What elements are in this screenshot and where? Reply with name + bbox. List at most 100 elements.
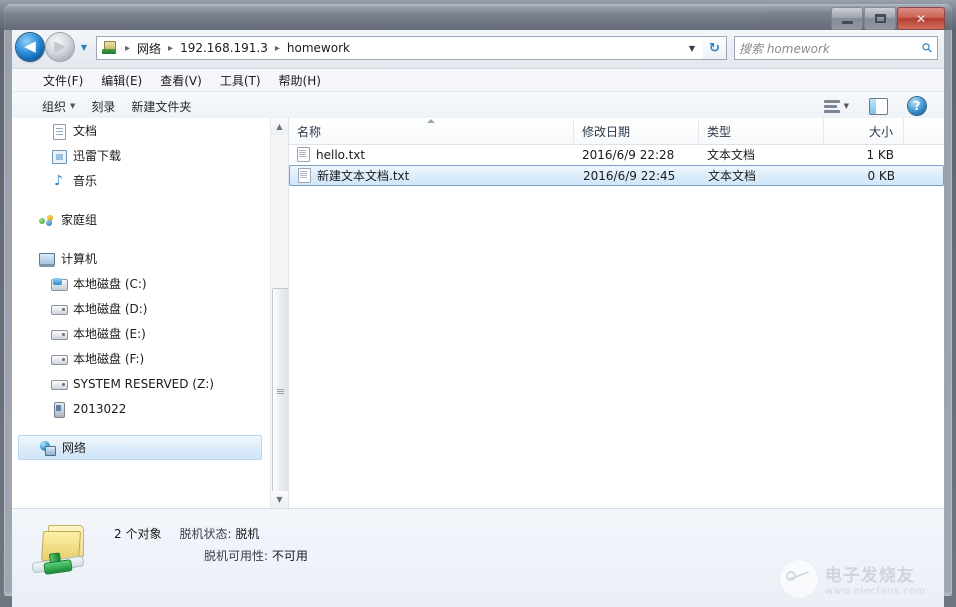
scrollbar-thumb[interactable] — [272, 288, 288, 495]
sidebar-item-drive-z[interactable]: SYSTEM RESERVED (Z:) — [12, 371, 270, 396]
menu-view[interactable]: 查看(V) — [151, 70, 211, 91]
file-name-cell: hello.txt — [289, 147, 574, 162]
file-name-cell: 新建文本文档.txt — [290, 167, 575, 184]
forward-button[interactable]: ▶ — [46, 33, 74, 61]
offline-availability-value: 不可用 — [271, 549, 308, 563]
breadcrumb-bar[interactable]: ▸ 网络 ▸ 192.168.191.3 ▸ homework — [96, 36, 681, 60]
shared-folder-icon — [28, 519, 100, 585]
navigation-tree: 文档 迅雷下载 ♪ 音乐 家庭组 计算机 本地磁盘 (C:) 本地磁盘 (D:)… — [12, 118, 270, 460]
menu-edit[interactable]: 编辑(E) — [92, 70, 151, 91]
maximize-button[interactable] — [864, 7, 896, 30]
scroll-up-button[interactable]: ▲ — [271, 118, 288, 135]
column-header-row: 名称 修改日期 类型 大小 — [289, 118, 944, 145]
sidebar-item-music[interactable]: ♪ 音乐 — [12, 168, 270, 193]
window-frame-left — [4, 30, 12, 596]
minimize-icon — [841, 20, 853, 24]
table-row[interactable]: 新建文本文档.txt 2016/6/9 22:45 文本文档 0 KB — [289, 165, 944, 186]
column-header-size[interactable]: 大小 — [824, 118, 904, 144]
drive-icon — [50, 376, 68, 392]
sidebar-item-label: SYSTEM RESERVED (Z:) — [73, 376, 214, 391]
sidebar-item-network[interactable]: 网络 — [18, 435, 262, 460]
scroll-down-button[interactable]: ▼ — [271, 491, 288, 508]
breadcrumb-separator: ▸ — [274, 42, 280, 54]
table-row[interactable]: hello.txt 2016/6/9 22:28 文本文档 1 KB — [289, 144, 944, 165]
sidebar-item-drive-e[interactable]: 本地磁盘 (E:) — [12, 321, 270, 346]
column-header-filler — [904, 118, 944, 144]
address-bar-row: ◀ ▶ ▼ ▸ 网络 ▸ 192.168.191.3 ▸ homework ▼ … — [12, 30, 944, 69]
file-type-cell: 文本文档 — [707, 148, 756, 162]
nav-group-gap — [12, 193, 270, 207]
forward-arrow-icon: ▶ — [54, 36, 66, 55]
sidebar-item-portable-device[interactable]: 2013022 — [12, 396, 270, 421]
minimize-button[interactable] — [831, 7, 863, 30]
chevron-down-icon: ▼ — [70, 102, 76, 110]
file-list-pane: 名称 修改日期 类型 大小 hello.txt 2016/6/9 22:28 文… — [289, 118, 944, 508]
sidebar-item-label: 家庭组 — [61, 213, 98, 227]
system-drive-icon — [50, 276, 68, 292]
homegroup-icon — [38, 212, 55, 228]
watermark-cn: 电子发烧友 — [824, 566, 915, 586]
organize-label: 组织 — [42, 99, 67, 114]
breadcrumb-dropdown-button[interactable]: ▼ — [681, 36, 703, 60]
sidebar-item-label: 2013022 — [73, 401, 127, 416]
item-count-label: 2 个对象 — [114, 527, 162, 541]
network-icon — [39, 440, 56, 456]
client-area: ◀ ▶ ▼ ▸ 网络 ▸ 192.168.191.3 ▸ homework ▼ … — [12, 30, 944, 607]
nav-group-gap — [12, 232, 270, 246]
refresh-button[interactable]: ↻ — [703, 36, 727, 60]
close-button[interactable]: ✕ — [897, 7, 945, 30]
command-bar: 组织 ▼ 刻录 新建文件夹 ▼ ? — [12, 92, 944, 121]
watermark: 电子发烧友 www.elecfans.com — [778, 559, 926, 599]
menu-tools[interactable]: 工具(T) — [211, 70, 270, 91]
search-box[interactable]: 搜索 homework ⚲ — [734, 36, 938, 60]
new-folder-button[interactable]: 新建文件夹 — [123, 95, 199, 118]
back-arrow-icon: ◀ — [24, 36, 36, 55]
help-button[interactable]: ? — [900, 94, 934, 118]
file-name-label: 新建文本文档.txt — [317, 169, 410, 183]
change-view-button[interactable]: ▼ — [816, 97, 857, 116]
sidebar-item-label: 本地磁盘 (C:) — [73, 277, 147, 291]
navigation-pane-scrollbar[interactable]: ▲ ▼ — [270, 118, 288, 508]
sidebar-item-homegroup[interactable]: 家庭组 — [12, 207, 270, 232]
column-header-date[interactable]: 修改日期 — [574, 118, 699, 144]
sidebar-item-drive-c[interactable]: 本地磁盘 (C:) — [12, 271, 270, 296]
history-dropdown-button[interactable]: ▼ — [78, 40, 90, 54]
title-bar[interactable]: ✕ — [4, 4, 952, 30]
sidebar-item-drive-f[interactable]: 本地磁盘 (F:) — [12, 346, 270, 371]
refresh-icon: ↻ — [709, 40, 720, 56]
sidebar-item-drive-d[interactable]: 本地磁盘 (D:) — [12, 296, 270, 321]
breadcrumb-separator: ▸ — [125, 42, 131, 54]
details-text: 2 个对象 脱机状态: 脱机 脱机可用性: 不可用 — [114, 519, 308, 564]
file-date-cell: 2016/6/9 22:45 — [583, 168, 676, 183]
preview-pane-button[interactable] — [861, 95, 896, 118]
menu-help[interactable]: 帮助(H) — [270, 70, 330, 91]
search-input[interactable]: 搜索 homework — [739, 40, 923, 57]
main-split: 文档 迅雷下载 ♪ 音乐 家庭组 计算机 本地磁盘 (C:) 本地磁盘 (D:)… — [12, 118, 944, 508]
sidebar-item-computer[interactable]: 计算机 — [12, 246, 270, 271]
sidebar-item-label: 迅雷下载 — [73, 149, 122, 163]
music-icon: ♪ — [54, 172, 63, 189]
breadcrumb-segment-host[interactable]: 192.168.191.3 — [178, 39, 270, 57]
menu-file[interactable]: 文件(F) — [34, 70, 92, 91]
sidebar-item-xunlei-download[interactable]: 迅雷下载 — [12, 143, 270, 168]
nav-group-gap — [12, 421, 270, 435]
organize-button[interactable]: 组织 ▼ — [34, 95, 83, 118]
sidebar-item-documents[interactable]: 文档 — [12, 118, 270, 143]
watermark-en: www.elecfans.com — [824, 586, 926, 597]
navigation-buttons: ◀ ▶ ▼ — [16, 33, 90, 61]
details-line-1: 2 个对象 脱机状态: 脱机 — [114, 525, 308, 542]
file-date-cell: 2016/6/9 22:28 — [582, 147, 675, 162]
file-size-cell: 0 KB — [867, 168, 895, 183]
document-icon — [50, 123, 67, 140]
caption-button-group: ✕ — [830, 7, 945, 30]
column-header-type[interactable]: 类型 — [699, 118, 824, 144]
sidebar-item-label: 计算机 — [61, 252, 98, 266]
burn-button[interactable]: 刻录 — [83, 95, 123, 118]
breadcrumb-segment-homework[interactable]: homework — [285, 39, 352, 57]
column-header-name[interactable]: 名称 — [289, 118, 574, 144]
download-icon — [50, 148, 67, 164]
breadcrumb-segment-network[interactable]: 网络 — [135, 38, 163, 59]
text-file-icon — [298, 168, 311, 183]
back-button[interactable]: ◀ — [16, 33, 44, 61]
details-pane: 2 个对象 脱机状态: 脱机 脱机可用性: 不可用 电子发烧友 www.elec… — [12, 508, 944, 607]
